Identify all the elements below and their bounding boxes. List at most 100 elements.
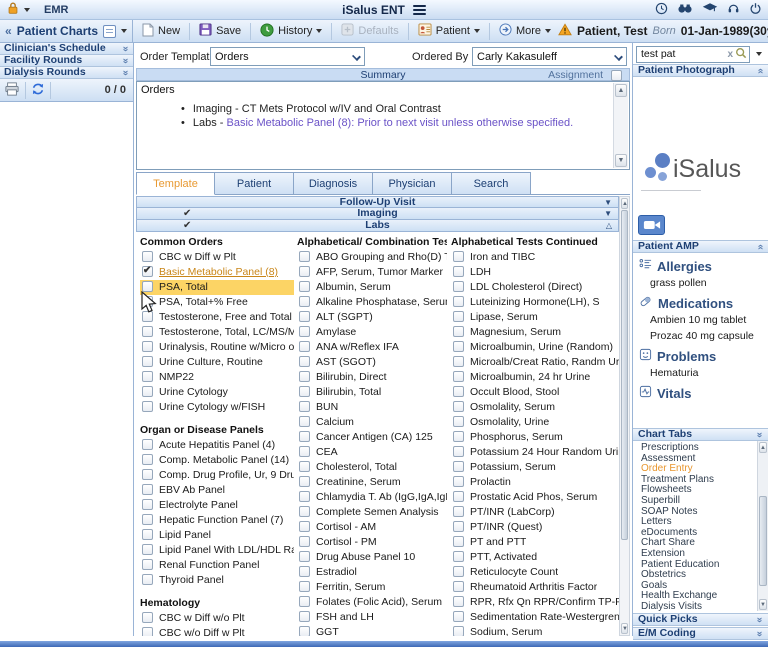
checkbox[interactable] [299, 386, 310, 397]
chart-layout-icon[interactable] [103, 25, 116, 38]
amp-group-medications[interactable]: Medications [633, 291, 768, 312]
lab-order-item[interactable]: Reticulocyte Count [451, 565, 619, 580]
checkbox[interactable] [453, 356, 464, 367]
lab-order-item[interactable]: Testosterone, Total, LC/MS/MS [140, 325, 294, 340]
checkbox[interactable] [453, 341, 464, 352]
checkbox[interactable] [299, 356, 310, 367]
checkbox[interactable] [142, 612, 153, 623]
checkbox[interactable] [453, 626, 464, 636]
collapse-chevron-icon[interactable]: « [755, 68, 765, 74]
lab-order-item[interactable]: Magnesium, Serum [451, 325, 619, 340]
patient-search-input[interactable]: test pat x [636, 46, 750, 63]
checkbox[interactable] [299, 371, 310, 382]
lab-order-item[interactable]: Electrolyte Panel [140, 498, 294, 513]
lab-order-item[interactable]: ABO Grouping and Rho(D) Typing [297, 250, 447, 265]
lab-order-item[interactable]: LDL Cholesterol (Direct) [451, 280, 619, 295]
amp-group-vitals[interactable]: Vitals [633, 381, 768, 402]
checkbox[interactable] [453, 431, 464, 442]
clear-search-icon[interactable]: x [725, 49, 735, 60]
lab-order-item[interactable]: FSH and LH [297, 610, 447, 625]
training-cap-icon[interactable] [702, 2, 718, 17]
checkbox[interactable] [453, 521, 464, 532]
lab-order-item[interactable]: Urine Cytology [140, 385, 294, 400]
lab-order-item[interactable]: Acute Hepatitis Panel (4) [140, 438, 294, 453]
tab-patient[interactable]: Patient [215, 172, 294, 195]
checkbox[interactable] [453, 371, 464, 382]
search-options-dropdown[interactable] [752, 46, 766, 63]
save-button[interactable]: Save [192, 22, 248, 41]
order-line-link[interactable]: Basic Metabolic Panel (8): Prior to next… [227, 117, 574, 129]
checkbox[interactable] [142, 574, 153, 585]
chart-tabs-header[interactable]: Chart Tabs « [633, 428, 768, 441]
checkbox[interactable] [299, 476, 310, 487]
checkbox[interactable] [299, 626, 310, 636]
lab-order-item[interactable]: EBV Ab Panel [140, 483, 294, 498]
lab-order-item[interactable]: Occult Blood, Stool [451, 385, 619, 400]
lab-order-item[interactable]: Thyroid Panel [140, 573, 294, 588]
checkbox[interactable] [453, 476, 464, 487]
checkbox[interactable] [142, 627, 153, 636]
sidebar-section-dialysis-rounds[interactable]: Dialysis Rounds« [0, 67, 133, 79]
checkbox[interactable] [142, 326, 153, 337]
lab-order-item[interactable]: Lipid Panel [140, 528, 294, 543]
webcam-button[interactable] [638, 215, 665, 235]
lab-order-item[interactable]: Alkaline Phosphatase, Serum [297, 295, 447, 310]
amp-group-allergies[interactable]: Allergies [633, 254, 768, 275]
lab-order-item[interactable]: Comp. Drug Profile, Ur, 9 Drugs [140, 468, 294, 483]
lab-order-item[interactable]: Renal Function Panel [140, 558, 294, 573]
lab-order-item[interactable]: Testosterone, Free and Total [140, 310, 294, 325]
checkbox[interactable] [142, 356, 153, 367]
lock-icon[interactable] [6, 1, 20, 18]
quick-picks-header[interactable]: Quick Picks « [633, 613, 768, 626]
checkbox[interactable] [453, 251, 464, 262]
checkbox[interactable] [299, 326, 310, 337]
scroll-down-icon[interactable]: ▼ [621, 623, 628, 634]
new-button[interactable]: New [135, 22, 187, 41]
tab-template[interactable]: Template [136, 172, 215, 195]
checkbox[interactable] [453, 446, 464, 457]
checkbox[interactable] [453, 326, 464, 337]
defaults-button[interactable]: Defaults [334, 22, 405, 41]
amp-group-problems[interactable]: Problems [633, 344, 768, 365]
checkbox[interactable] [142, 529, 153, 540]
checkbox[interactable] [142, 499, 153, 510]
clock-icon[interactable] [655, 2, 668, 18]
lab-order-item[interactable]: Chlamydia T. Ab (IgG,IgA,IgM) [297, 490, 447, 505]
lab-order-item[interactable]: Sodium, Serum [451, 625, 619, 636]
lab-order-item[interactable]: Lipase, Serum [451, 310, 619, 325]
scroll-up-icon[interactable]: ▲ [759, 442, 767, 453]
checkbox[interactable] [142, 266, 153, 277]
collapse-chevron-icon[interactable]: « [121, 70, 131, 76]
power-icon[interactable] [749, 2, 762, 18]
tab-diagnosis[interactable]: Diagnosis [294, 172, 373, 195]
lab-order-item[interactable]: AFP, Serum, Tumor Marker [297, 265, 447, 280]
lab-order-item[interactable]: LDH [451, 265, 619, 280]
checkbox[interactable] [142, 401, 153, 412]
assignment-checkbox[interactable] [611, 70, 622, 81]
collapse-chevron-icon[interactable]: « [755, 631, 765, 637]
collapse-chevron-icon[interactable]: « [755, 432, 765, 438]
checkbox[interactable] [453, 596, 464, 607]
lab-order-item[interactable]: ANA w/Reflex IFA [297, 340, 447, 355]
checkbox[interactable] [453, 536, 464, 547]
checkbox[interactable] [299, 341, 310, 352]
lab-order-item[interactable]: Potassium 24 Hour Random Urine [451, 445, 619, 460]
refresh-icon[interactable] [31, 82, 45, 99]
lab-order-item[interactable]: Amylase [297, 325, 447, 340]
lab-order-item[interactable]: Basic Metabolic Panel (8) [140, 265, 294, 280]
lab-order-item[interactable]: Bilirubin, Direct [297, 370, 447, 385]
checkbox[interactable] [299, 566, 310, 577]
orders-scrollbar[interactable]: ▲ ▼ [613, 83, 628, 168]
checkbox[interactable] [142, 559, 153, 570]
labs-scrollbar[interactable]: ▲ ▼ [619, 196, 630, 636]
print-icon[interactable] [4, 82, 20, 99]
chart-tab-extension[interactable]: Extension [641, 549, 768, 560]
expand-arrow-icon[interactable]: ▼ [604, 197, 612, 208]
collapse-chevron-icon[interactable]: « [121, 46, 131, 52]
checkbox[interactable] [299, 416, 310, 427]
lab-order-item[interactable]: Prolactin [451, 475, 619, 490]
lab-order-item[interactable]: AST (SGOT) [297, 355, 447, 370]
patient-button[interactable]: Patient [411, 22, 487, 41]
checkbox[interactable] [299, 266, 310, 277]
scroll-thumb[interactable] [621, 210, 628, 540]
